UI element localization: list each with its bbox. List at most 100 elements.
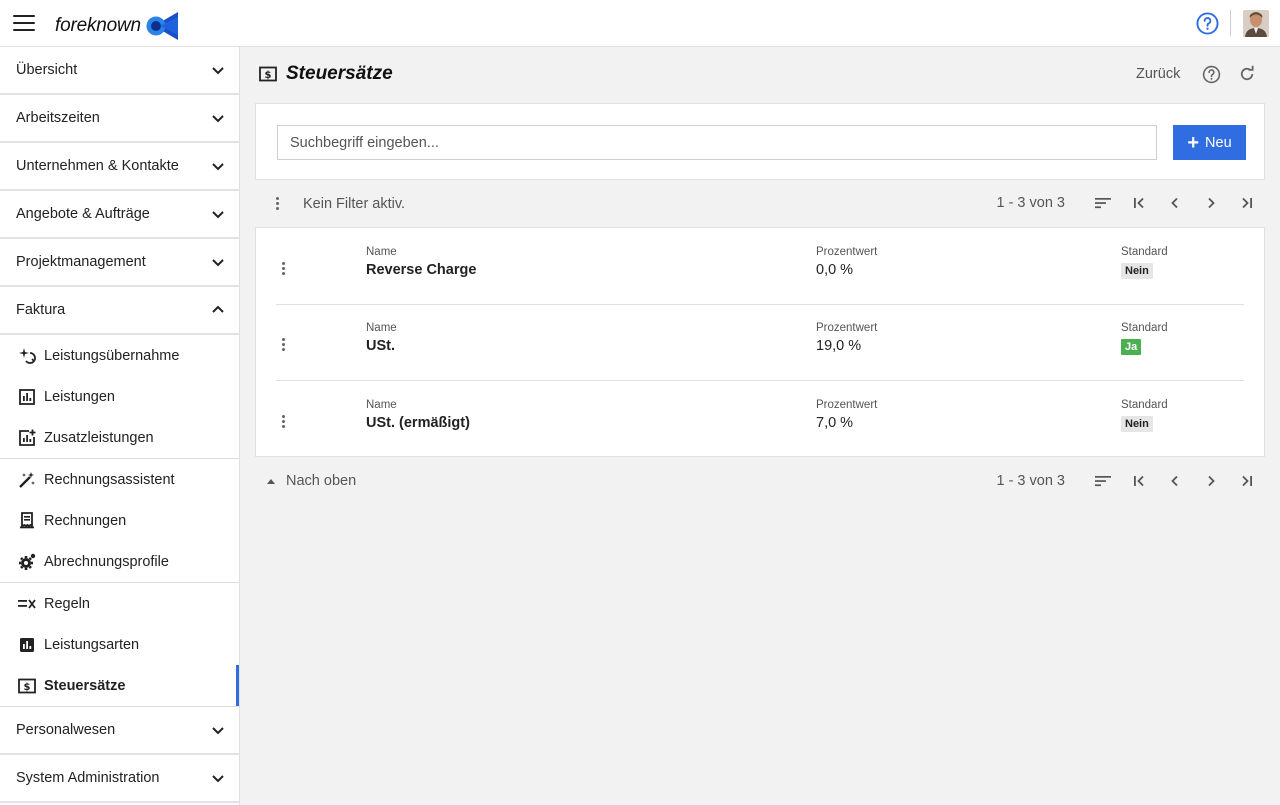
sidebar-item-leistungsuebernahme[interactable]: Leistungsübernahme xyxy=(0,335,239,376)
sidebar-group: Leistungsübernahme Leistungen Zusatzleis… xyxy=(0,335,239,459)
sidebar-item-leistungsarten[interactable]: Leistungsarten xyxy=(0,624,239,665)
more-options-icon[interactable] xyxy=(270,193,284,213)
name-label: Name xyxy=(366,399,397,411)
last-page-icon[interactable] xyxy=(1229,475,1265,487)
row-menu-icon[interactable] xyxy=(276,411,290,431)
sidebar-item-rechnungen[interactable]: Rechnungen xyxy=(0,500,239,541)
sidebar-section-angebote[interactable]: Angebote & Aufträge xyxy=(0,191,239,239)
bar-chart-filled-icon xyxy=(17,635,37,655)
first-page-icon[interactable] xyxy=(1121,197,1157,209)
sidebar-item-regeln[interactable]: Regeln xyxy=(0,583,239,624)
top-bar: foreknown xyxy=(0,0,1280,47)
sidebar-item-label: Leistungen xyxy=(44,388,115,405)
section-label: System Administration xyxy=(16,770,160,786)
menu-icon[interactable] xyxy=(13,15,35,31)
sidebar-item-rechnungsassistent[interactable]: Rechnungsassistent xyxy=(0,459,239,500)
new-button[interactable]: + Neu xyxy=(1173,125,1246,160)
sidebar-item-label: Leistungsübernahme xyxy=(44,347,180,364)
chevron-down-icon xyxy=(212,115,224,123)
plus-icon: + xyxy=(1187,131,1200,154)
sort-icon[interactable] xyxy=(1085,197,1121,209)
rules-icon xyxy=(17,594,37,614)
bar-chart-icon xyxy=(17,387,37,407)
name-value: Reverse Charge xyxy=(366,262,477,278)
back-to-top-label: Nach oben xyxy=(286,473,357,489)
chevron-down-icon xyxy=(212,259,224,267)
chevron-down-icon xyxy=(212,163,224,171)
sidebar-group: Rechnungsassistent Rechnungen Abrechnung… xyxy=(0,459,239,583)
last-page-icon[interactable] xyxy=(1229,197,1265,209)
pager-count: 1 - 3 von 3 xyxy=(996,195,1065,211)
row-menu-icon[interactable] xyxy=(276,258,290,278)
previous-page-icon[interactable] xyxy=(1157,197,1193,209)
help-icon[interactable] xyxy=(1196,12,1219,40)
pager-count: 1 - 3 von 3 xyxy=(996,473,1065,489)
section-label: Übersicht xyxy=(16,62,78,78)
chevron-down-icon xyxy=(212,67,224,75)
percent-label: Prozentwert xyxy=(816,322,878,334)
sidebar-item-label: Rechnungen xyxy=(44,512,127,529)
filter-bar: Kein Filter aktiv. 1 - 3 von 3 xyxy=(255,188,1265,218)
sidebar-group: Regeln Leistungsarten $ Steuersätze xyxy=(0,583,239,707)
section-label: Unternehmen & Kontakte xyxy=(16,158,179,174)
section-label: Projektmanagement xyxy=(16,254,146,270)
next-page-icon[interactable] xyxy=(1193,197,1229,209)
next-page-icon[interactable] xyxy=(1193,475,1229,487)
page-title: Steuersätze xyxy=(286,63,393,84)
section-label: Angebote & Aufträge xyxy=(16,206,150,222)
status-badge: Ja xyxy=(1121,339,1142,355)
sidebar-section-faktura[interactable]: Faktura xyxy=(0,287,239,335)
sidebar-item-label: Leistungsarten xyxy=(44,636,140,653)
search-input[interactable] xyxy=(277,125,1157,160)
divider xyxy=(1230,10,1231,36)
help-icon[interactable] xyxy=(1202,65,1221,89)
sort-icon[interactable] xyxy=(1085,475,1121,487)
sidebar-item-leistungen[interactable]: Leistungen xyxy=(0,376,239,417)
sidebar-section-system-administration[interactable]: System Administration xyxy=(0,755,239,803)
settings-gear-icon xyxy=(17,552,37,572)
logo[interactable]: foreknown xyxy=(55,11,178,41)
name-label: Name xyxy=(366,322,397,334)
refresh-icon[interactable] xyxy=(1238,65,1256,88)
previous-page-icon[interactable] xyxy=(1157,475,1193,487)
list-item[interactable]: Name Reverse Charge Prozentwert 0,0 % Stan… xyxy=(276,228,1244,305)
back-button[interactable]: Zurück xyxy=(1136,66,1180,82)
default-label: Standard xyxy=(1121,399,1168,411)
percent-label: Prozentwert xyxy=(816,399,878,411)
default-label: Standard xyxy=(1121,322,1168,334)
first-page-icon[interactable] xyxy=(1121,475,1157,487)
search-card: + Neu xyxy=(255,103,1265,180)
sidebar-item-abrechnungsprofile[interactable]: Abrechnungsprofile xyxy=(0,541,239,582)
sidebar-section-arbeitszeiten[interactable]: Arbeitszeiten xyxy=(0,95,239,143)
sidebar-section-projektmanagement[interactable]: Projektmanagement xyxy=(0,239,239,287)
currency-icon: $ xyxy=(17,676,37,696)
chevron-down-icon xyxy=(212,775,224,783)
sparkle-icon xyxy=(17,346,37,366)
list-item[interactable]: Name USt. Prozentwert 19,0 % Standard Ja xyxy=(276,304,1244,381)
chevron-up-icon xyxy=(212,305,224,313)
avatar[interactable] xyxy=(1243,10,1269,37)
sidebar-item-label: Abrechnungsprofile xyxy=(44,553,169,570)
new-button-label: Neu xyxy=(1205,134,1232,151)
sidebar-section-unternehmen[interactable]: Unternehmen & Kontakte xyxy=(0,143,239,191)
back-to-top-button[interactable]: Nach oben xyxy=(267,473,356,489)
percent-value: 0,0 % xyxy=(816,262,854,278)
list-item[interactable]: Name USt. (ermäßigt) Prozentwert 7,0 % Sta… xyxy=(276,381,1244,458)
sidebar-item-label: Rechnungsassistent xyxy=(44,471,175,488)
svg-text:$: $ xyxy=(24,682,31,693)
section-label: Faktura xyxy=(16,302,66,318)
pager-top: 1 - 3 von 3 xyxy=(996,188,1265,218)
tax-rates-list: Name Reverse Charge Prozentwert 0,0 % Stan… xyxy=(255,227,1265,457)
sidebar-section-personalwesen[interactable]: Personalwesen xyxy=(0,707,239,755)
name-label: Name xyxy=(366,246,397,258)
sidebar: Übersicht Arbeitszeiten Unternehmen & Ko… xyxy=(0,47,240,805)
percent-value: 7,0 % xyxy=(816,415,854,431)
chevron-down-icon xyxy=(212,727,224,735)
row-menu-icon[interactable] xyxy=(276,334,290,354)
sidebar-item-label: Steuersätze xyxy=(44,677,126,694)
sidebar-item-steuersaetze[interactable]: $ Steuersätze xyxy=(0,665,239,706)
sidebar-item-zusatzleistungen[interactable]: Zusatzleistungen xyxy=(0,417,239,458)
name-value: USt. (ermäßigt) xyxy=(366,415,470,431)
pager-bottom: 1 - 3 von 3 xyxy=(996,466,1265,496)
sidebar-section-uebersicht[interactable]: Übersicht xyxy=(0,47,239,95)
